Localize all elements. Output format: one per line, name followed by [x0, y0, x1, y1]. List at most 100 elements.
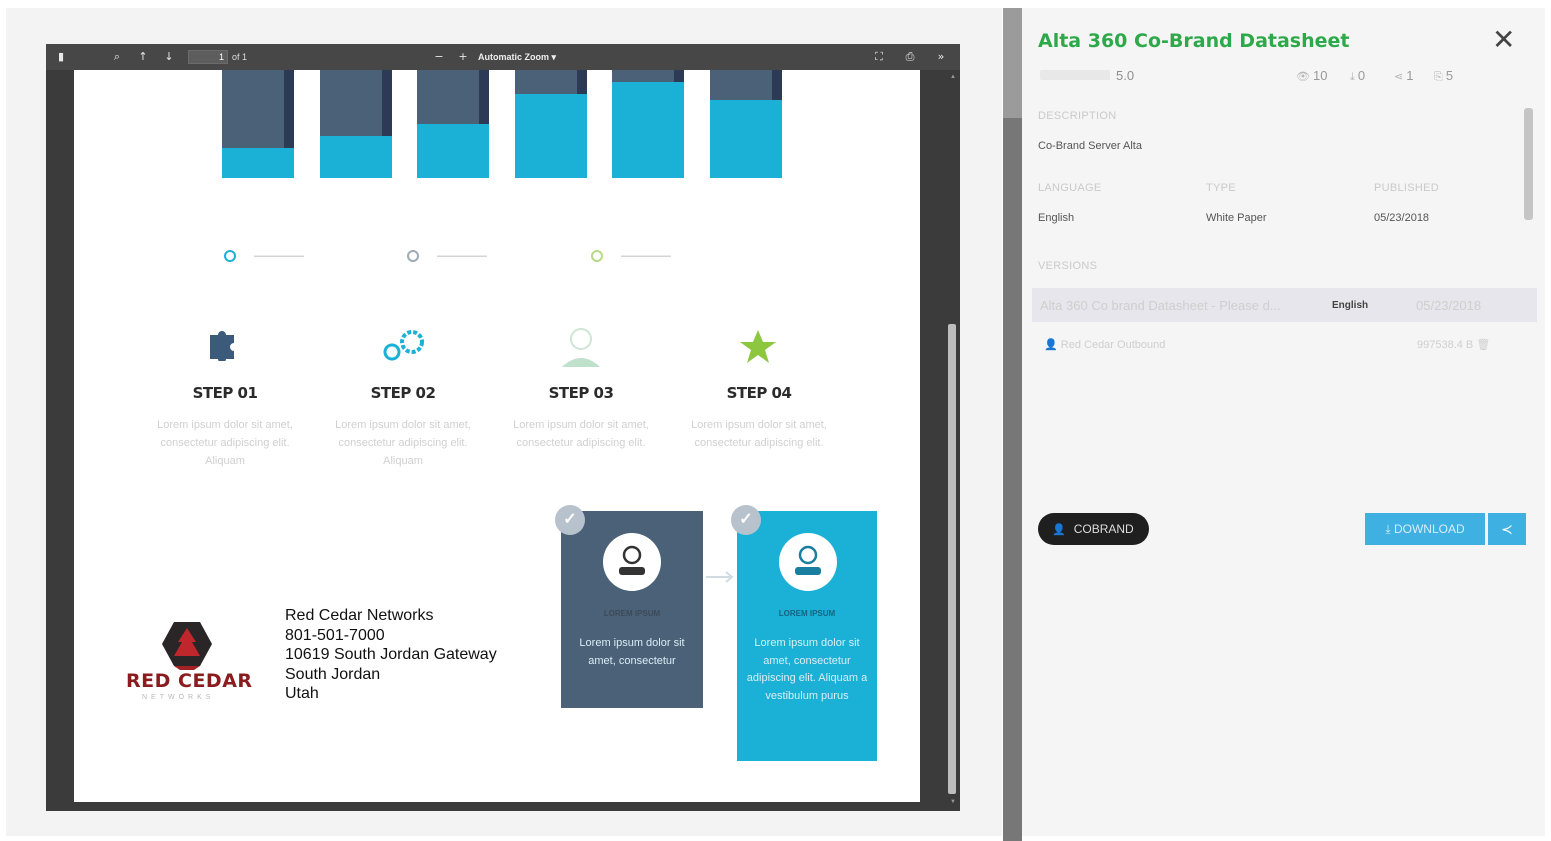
views-count: 10: [1312, 68, 1328, 83]
chart-bar-segment-light: [709, 100, 782, 178]
rating-stars[interactable]: [1040, 70, 1110, 80]
chart-bar-segment-edge: [771, 70, 782, 100]
connector-arrow-icon: [706, 571, 734, 583]
pdf-viewer: ▮ ⌕ ↑ ↓ 1 of 1 − + Automatic Zoom ▾ ⛶ ⎙ …: [46, 44, 960, 811]
check-icon: ✓: [555, 505, 585, 535]
share-button[interactable]: ≺: [1488, 513, 1526, 545]
chart-bar: [612, 70, 684, 178]
chart-bar-segment-light: [417, 124, 489, 178]
version-date: 05/23/2018: [1416, 298, 1482, 313]
cobrand-button[interactable]: 👤 COBRAND: [1038, 513, 1149, 545]
user-icon: [562, 328, 600, 367]
chart-bar-segment-light: [222, 148, 294, 178]
chart-bar: [709, 70, 782, 178]
legend-marker-2: [407, 250, 419, 262]
person-icon: [619, 545, 645, 575]
shares-count: 1: [1406, 68, 1414, 83]
chart-bar: [417, 70, 489, 178]
step-title: STEP 01: [192, 384, 258, 402]
info-card: LOREM IPSUM Lorem ipsum dolor sit amet, …: [737, 511, 877, 761]
step-text: Lorem ipsum dolor sit amet, consectetur …: [513, 419, 649, 449]
next-page-icon[interactable]: ↓: [162, 50, 176, 64]
version-user-name: Red Cedar Outbound: [1060, 339, 1166, 351]
chart-bar-segment-light: [319, 136, 392, 178]
previous-page-icon[interactable]: ↑: [136, 50, 150, 64]
type-label: TYPE: [1206, 182, 1236, 194]
download-icon: ⤓: [1385, 522, 1391, 536]
street-address: 10619 South Jordan Gateway: [285, 646, 497, 663]
tools-menu-icon[interactable]: »: [934, 50, 948, 64]
star-icon: [740, 330, 776, 363]
download-button[interactable]: ⤓ DOWNLOAD: [1365, 513, 1485, 545]
company-name: Red Cedar Networks: [285, 607, 434, 624]
cobrand-icon: ⎘: [1434, 71, 1443, 83]
user-icon: 👤: [1052, 524, 1066, 536]
versions-label: VERSIONS: [1038, 260, 1098, 272]
search-icon[interactable]: ⌕: [110, 50, 124, 64]
pdf-page: ▬▬▬▬▬▬▬▬▬▬ ▬▬▬▬▬▬▬▬▬▬ ▬▬▬▬▬▬▬▬▬▬ STEP 01…: [74, 70, 920, 802]
scroll-down-icon[interactable]: ▼: [950, 799, 956, 805]
download-icon: ⤓: [1350, 71, 1355, 83]
version-size: 997538.4 B 🗑: [1417, 338, 1490, 351]
page: ▮ ⌕ ↑ ↓ 1 of 1 − + Automatic Zoom ▾ ⛶ ⎙ …: [0, 0, 1551, 841]
panel-divider[interactable]: [1003, 8, 1022, 841]
details-panel: Alta 360 Co-Brand Datasheet ✕ 5.0 👁 10 ⤓ 0…: [1022, 8, 1545, 836]
phone-number: 801-501-7000: [285, 626, 385, 644]
asset-title: Alta 360 Co-Brand Datasheet: [1038, 30, 1350, 52]
viewer-scrollbar[interactable]: [948, 324, 956, 794]
zoom-out-icon[interactable]: −: [432, 50, 446, 64]
version-row[interactable]: Alta 360 Co brand Datasheet - Please d..…: [1032, 288, 1537, 322]
share-icon: ≺: [1501, 521, 1513, 537]
page-count: of 1: [232, 52, 248, 62]
chart-bar-segment-edge: [284, 70, 294, 148]
cobrands-count: 5: [1445, 68, 1454, 83]
check-icon: ✓: [731, 505, 761, 535]
cobrand-label: COBRAND: [1073, 522, 1134, 536]
scroll-up-icon[interactable]: ▲: [950, 74, 956, 80]
zoom-select-label: Automatic Zoom: [478, 52, 549, 62]
shares-stat: ⋖ 1: [1394, 68, 1413, 83]
description-label: DESCRIPTION: [1038, 110, 1117, 122]
chart-bar-segment-edge: [381, 70, 392, 136]
avatar: [603, 533, 661, 591]
chart-bar: [514, 70, 587, 178]
eye-icon: 👁: [1296, 71, 1310, 83]
share-icon: ⋖: [1394, 71, 1404, 83]
red-cedar-logo: [162, 622, 212, 670]
version-user: 👤 Red Cedar Outbound: [1044, 338, 1165, 351]
gears-icon: [383, 330, 424, 361]
language-value: English: [1038, 212, 1075, 224]
version-name: Alta 360 Co brand Datasheet - Please d..…: [1040, 298, 1281, 313]
print-icon[interactable]: ⎙: [902, 50, 918, 64]
chart-bar-segment-light: [514, 94, 587, 178]
close-icon[interactable]: ✕: [1492, 26, 1515, 54]
divider-shade: [1003, 8, 1022, 118]
pdf-toolbar: ▮ ⌕ ↑ ↓ 1 of 1 − + Automatic Zoom ▾ ⛶ ⎙ …: [46, 44, 960, 70]
description-value: Co-Brand Server Alta: [1038, 140, 1142, 152]
downloads-count: 0: [1357, 68, 1366, 83]
panel-scrollbar[interactable]: [1524, 108, 1533, 220]
legend-text-1: ▬▬▬▬▬▬▬▬▬▬: [254, 253, 304, 259]
legend-text-3: ▬▬▬▬▬▬▬▬▬▬: [621, 253, 671, 259]
zoom-select[interactable]: Automatic Zoom ▾: [478, 50, 556, 64]
city: South Jordan: [285, 665, 381, 683]
legend-text-2: ▬▬▬▬▬▬▬▬▬▬: [437, 253, 487, 259]
step-title: STEP 02: [370, 384, 436, 402]
zoom-in-icon[interactable]: +: [456, 50, 470, 64]
step-title: STEP 04: [726, 384, 792, 402]
chart-bar-segment-edge: [576, 70, 587, 94]
person-icon: [795, 545, 821, 575]
step-text: Lorem ipsum dolor sit amet, consectetur …: [157, 419, 293, 467]
version-size-value: 997538.4 B: [1417, 339, 1474, 351]
state: Utah: [285, 685, 319, 702]
logo-subtitle: NETWORKS: [142, 694, 215, 701]
presentation-mode-icon[interactable]: ⛶: [872, 50, 886, 64]
page-number-input[interactable]: 1: [188, 50, 228, 64]
sidebar-toggle-icon[interactable]: ▮: [54, 50, 68, 64]
user-icon: 👤: [1044, 339, 1058, 351]
contact-block: Red Cedar Networks 801-501-7000 10619 So…: [285, 606, 497, 704]
trash-icon[interactable]: 🗑: [1476, 339, 1490, 351]
card-label: LOREM IPSUM: [778, 609, 836, 618]
version-language: English: [1332, 300, 1369, 311]
chart-bar: [319, 70, 392, 178]
